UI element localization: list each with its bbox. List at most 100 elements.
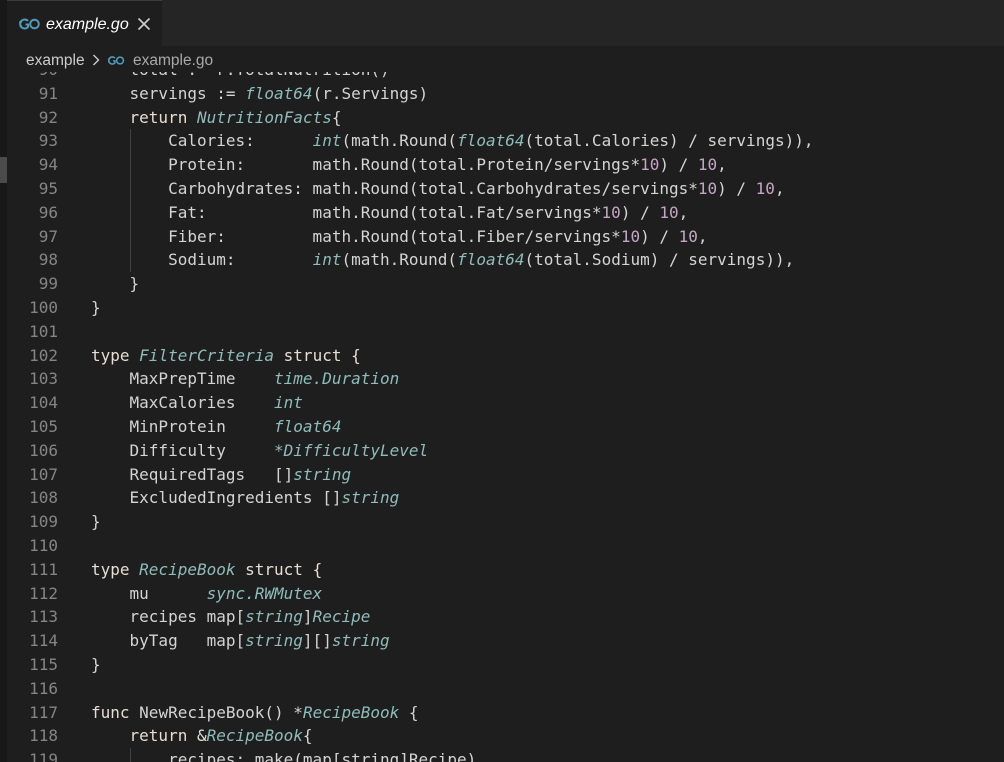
code-token: servings := bbox=[91, 83, 246, 103]
code-line[interactable]: 103 MaxPrepTime time.Duration bbox=[7, 367, 1004, 391]
line-number: 96 bbox=[38, 202, 58, 222]
code-token: (math.Round( bbox=[341, 131, 458, 151]
code-token: 10 bbox=[697, 178, 718, 198]
line-number: 94 bbox=[38, 155, 58, 175]
code-token: , bbox=[774, 178, 785, 198]
code-text: Calories: int(math.Round(float64(total.C… bbox=[91, 129, 813, 153]
go-icon bbox=[107, 56, 125, 65]
code-line[interactable]: 91 servings := float64(r.Servings) bbox=[7, 82, 1004, 106]
code-text: } bbox=[91, 510, 101, 534]
code-line[interactable]: 113 recipes map[string]Recipe bbox=[7, 605, 1004, 629]
line-number: 104 bbox=[29, 393, 58, 413]
code-token: MinProtein bbox=[91, 416, 275, 436]
code-token: 10 bbox=[678, 226, 698, 246]
code-line[interactable]: 119 recipes: make(map[string]Recipe), bbox=[7, 748, 1004, 762]
code-token: Recipe bbox=[312, 607, 371, 627]
code-line[interactable]: 90 total := r.TotalNutrition() bbox=[7, 72, 1004, 82]
line-number: 101 bbox=[29, 321, 58, 341]
code-line[interactable]: 109} bbox=[7, 510, 1004, 534]
line-number: 102 bbox=[29, 345, 58, 365]
code-token: total := r.TotalNutrition() bbox=[91, 72, 390, 79]
code-text: total := r.TotalNutrition() bbox=[91, 72, 390, 82]
code-token: Sodium: bbox=[91, 250, 313, 270]
code-token: } bbox=[91, 297, 101, 317]
code-token: float64 bbox=[274, 416, 342, 436]
code-text: MaxCalories int bbox=[91, 391, 303, 415]
code-token: Carbohydrates: math.Round(total.Carbohyd… bbox=[91, 178, 698, 198]
breadcrumb: example example.go bbox=[7, 46, 1004, 72]
code-text: } bbox=[91, 653, 101, 677]
code-token: Protein: math.Round(total.Protein/servin… bbox=[91, 155, 641, 175]
breadcrumb-file[interactable]: example.go bbox=[133, 51, 213, 71]
code-line[interactable]: 105 MinProtein float64 bbox=[7, 415, 1004, 439]
line-number: 103 bbox=[29, 369, 58, 389]
code-line[interactable]: 114 byTag map[string][]string bbox=[7, 629, 1004, 653]
line-number: 119 bbox=[29, 750, 58, 762]
code-token: return bbox=[91, 107, 197, 127]
code-line[interactable]: 118 return &RecipeBook{ bbox=[7, 724, 1004, 748]
code-token: RequiredTags [] bbox=[91, 464, 294, 484]
code-token: (total.Sodium) / servings)), bbox=[524, 250, 795, 270]
code-text: return NutritionFacts{ bbox=[91, 106, 342, 130]
code-token: MaxPrepTime bbox=[91, 369, 275, 389]
code-text: Carbohydrates: math.Round(total.Carbohyd… bbox=[91, 177, 785, 201]
code-token: 10 bbox=[755, 178, 775, 198]
code-token: recipes: make(map[string]Recipe), bbox=[91, 750, 486, 762]
code-line[interactable]: 116 bbox=[7, 677, 1004, 701]
code-text: mu sync.RWMutex bbox=[91, 582, 323, 606]
code-line[interactable]: 101 bbox=[7, 320, 1004, 344]
code-text: Difficulty *DifficultyLevel bbox=[91, 439, 429, 463]
line-number: 99 bbox=[38, 274, 58, 294]
line-number: 97 bbox=[38, 226, 58, 246]
tab-example-go[interactable]: example.go bbox=[7, 0, 162, 46]
code-line[interactable]: 96 Fat: math.Round(total.Fat/servings*10… bbox=[7, 200, 1004, 225]
code-line[interactable]: 111 type RecipeBook struct { bbox=[7, 558, 1004, 582]
code-token: sync.RWMutex bbox=[206, 583, 323, 603]
code-token: 10 bbox=[640, 155, 660, 175]
code-line[interactable]: 110 bbox=[7, 534, 1004, 558]
code-line[interactable]: 98 Sodium: int(math.Round(float64(total.… bbox=[7, 248, 1004, 273]
code-text: byTag map[string][]string bbox=[91, 629, 390, 653]
line-number: 107 bbox=[29, 464, 58, 484]
code-line[interactable]: 102 type FilterCriteria struct { bbox=[7, 344, 1004, 368]
code-token: string bbox=[293, 464, 352, 484]
code-editor[interactable]: 90 total := r.TotalNutrition()91 serving… bbox=[7, 72, 1004, 762]
code-lines: 90 total := r.TotalNutrition()91 serving… bbox=[7, 72, 1004, 762]
code-token: { bbox=[302, 726, 313, 746]
code-line[interactable]: 94 Protein: math.Round(total.Protein/ser… bbox=[7, 153, 1004, 177]
code-line[interactable]: 93 Calories: int(math.Round(float64(tota… bbox=[7, 129, 1004, 154]
code-token: 10 bbox=[601, 202, 621, 222]
code-line[interactable]: 92 return NutritionFacts{ bbox=[7, 106, 1004, 130]
line-number: 91 bbox=[38, 83, 58, 103]
code-text: type FilterCriteria struct { bbox=[91, 344, 361, 368]
line-number: 110 bbox=[29, 535, 58, 555]
code-token: RecipeBook bbox=[206, 726, 303, 746]
code-token: RecipeBook bbox=[139, 559, 236, 579]
code-line[interactable]: 112 mu sync.RWMutex bbox=[7, 582, 1004, 606]
code-token: float64 bbox=[457, 131, 525, 151]
code-text: } bbox=[91, 296, 101, 320]
code-line[interactable]: 100} bbox=[7, 296, 1004, 320]
close-icon[interactable] bbox=[136, 16, 152, 32]
code-line[interactable]: 115} bbox=[7, 653, 1004, 677]
code-line[interactable]: 104 MaxCalories int bbox=[7, 391, 1004, 415]
code-text: Fat: math.Round(total.Fat/servings*10) /… bbox=[91, 201, 688, 225]
code-line[interactable]: 106 Difficulty *DifficultyLevel bbox=[7, 439, 1004, 463]
code-line[interactable]: 107 RequiredTags []string bbox=[7, 463, 1004, 487]
code-text: type RecipeBook struct { bbox=[91, 558, 322, 582]
breadcrumb-folder[interactable]: example bbox=[26, 51, 85, 71]
code-line[interactable]: 95 Carbohydrates: math.Round(total.Carbo… bbox=[7, 176, 1004, 201]
code-text: RequiredTags []string bbox=[91, 463, 352, 487]
code-token: { bbox=[331, 107, 342, 127]
code-line[interactable]: 97 Fiber: math.Round(total.Fiber/serving… bbox=[7, 224, 1004, 249]
line-number: 106 bbox=[29, 440, 58, 460]
code-line[interactable]: 99 } bbox=[7, 272, 1004, 296]
code-token: 10 bbox=[620, 226, 641, 246]
code-line[interactable]: 117 func NewRecipeBook() *RecipeBook { bbox=[7, 701, 1004, 725]
code-token: struct { bbox=[274, 345, 361, 365]
code-line[interactable]: 108 ExcludedIngredients []string bbox=[7, 486, 1004, 510]
code-text: Sodium: int(math.Round(float64(total.Sod… bbox=[91, 248, 794, 272]
code-token: NutritionFacts bbox=[196, 107, 332, 127]
code-token: type bbox=[91, 559, 140, 579]
code-token: struct { bbox=[235, 559, 323, 579]
